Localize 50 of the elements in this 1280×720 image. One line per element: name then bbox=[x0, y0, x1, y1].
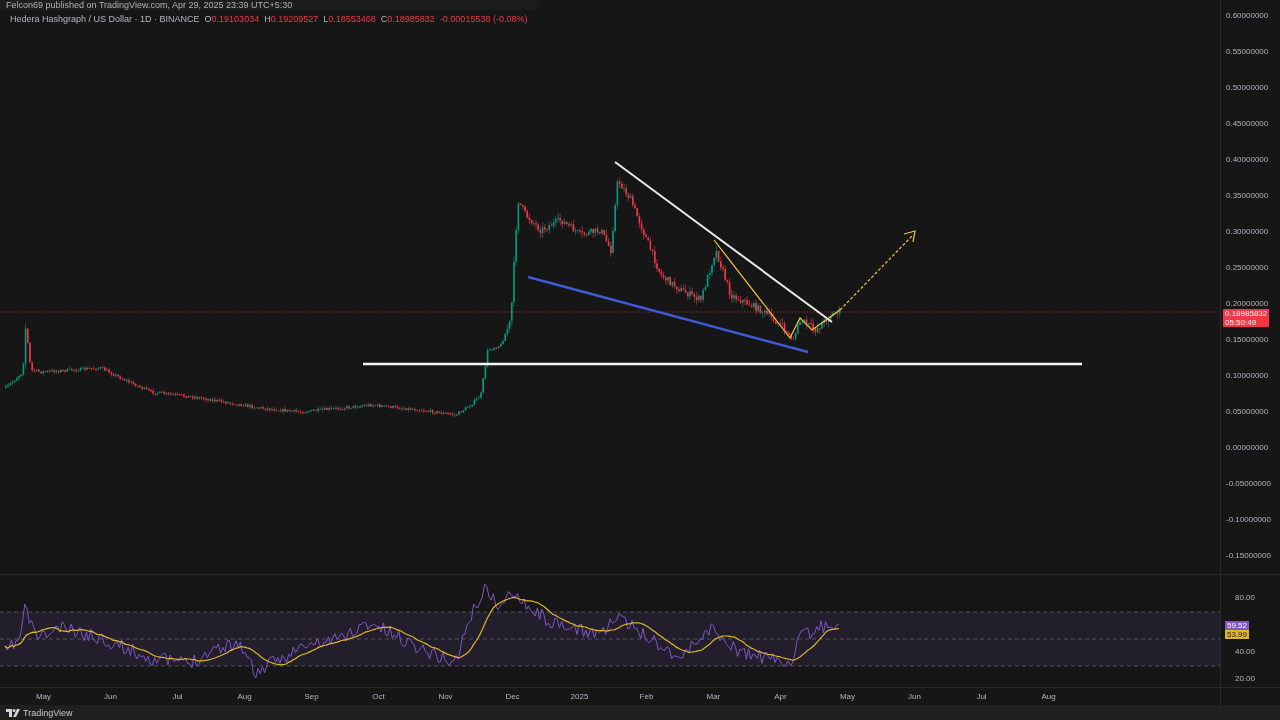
price-tick: -0.05000000 bbox=[1226, 479, 1272, 489]
last-price: 0.18985832 bbox=[1225, 309, 1268, 318]
price-tick: 0.10000000 bbox=[1226, 371, 1270, 381]
time-tick: Oct bbox=[371, 691, 386, 703]
price-tick: -0.10000000 bbox=[1226, 515, 1272, 525]
time-tick: Nov bbox=[437, 691, 454, 703]
rsi-value-label: 59.52 bbox=[1225, 620, 1250, 630]
logo-icon bbox=[6, 708, 20, 717]
rsi-average-label: 53.99 bbox=[1225, 630, 1250, 640]
time-tick: May bbox=[838, 691, 857, 703]
time-tick: Dec bbox=[504, 691, 521, 703]
ohlc-value: H0.19209527 bbox=[264, 14, 319, 25]
price-tick: 0.20000000 bbox=[1226, 299, 1270, 309]
brand-name: TradingView bbox=[23, 707, 73, 718]
time-tick: Jul bbox=[975, 691, 988, 703]
rsi-tick: 80.00 bbox=[1235, 593, 1256, 603]
price-tick: 0.50000000 bbox=[1226, 83, 1270, 93]
publish-info: Felcon69 published on TradingView.com, Apr 29, 2025 23:39 UTC+5:30 bbox=[0, 0, 538, 10]
price-tick: 0.00000000 bbox=[1226, 443, 1270, 453]
rsi-tick: 40.00 bbox=[1235, 647, 1256, 657]
price-tick: 0.60000000 bbox=[1226, 11, 1270, 21]
price-tick: 0.55000000 bbox=[1226, 47, 1270, 57]
time-tick: Aug bbox=[1040, 691, 1057, 703]
time-tick: May bbox=[34, 691, 53, 703]
price-tick: 0.25000000 bbox=[1226, 263, 1270, 273]
time-tick: Jul bbox=[171, 691, 184, 703]
time-tick: Apr bbox=[773, 691, 788, 703]
countdown: 05:50:49 bbox=[1225, 318, 1258, 327]
price-tick: 0.35000000 bbox=[1226, 191, 1270, 201]
rsi-tick: 20.00 bbox=[1235, 674, 1256, 684]
price-tick: 0.30000000 bbox=[1226, 227, 1270, 237]
time-tick: Sep bbox=[303, 691, 320, 703]
time-tick: 2025 bbox=[569, 691, 590, 703]
price-tick: 0.45000000 bbox=[1226, 119, 1270, 129]
price-tick: 0.05000000 bbox=[1226, 407, 1270, 417]
ohlc-value: C0.18985832 bbox=[380, 14, 435, 25]
symbol-title: Hedera Hashgraph / US Dollar · 1D · BINANCE bbox=[10, 14, 200, 25]
price-change: -0.00015538 (-0.08%) bbox=[439, 14, 528, 25]
price-tick: 0.15000000 bbox=[1226, 335, 1270, 345]
price-tick: -0.15000000 bbox=[1226, 551, 1272, 561]
price-tick: 0.40000000 bbox=[1226, 155, 1270, 165]
ohlc-value: L0.18553468 bbox=[323, 14, 376, 25]
ohlc-value: O0.19103034 bbox=[204, 14, 260, 25]
time-tick: Feb bbox=[638, 691, 655, 703]
trend-line[interactable] bbox=[527, 275, 809, 354]
support-line[interactable] bbox=[363, 362, 1082, 366]
time-tick: Mar bbox=[705, 691, 722, 703]
time-tick: Jun bbox=[103, 691, 118, 703]
time-tick: Jun bbox=[907, 691, 922, 703]
time-tick: Aug bbox=[236, 691, 253, 703]
